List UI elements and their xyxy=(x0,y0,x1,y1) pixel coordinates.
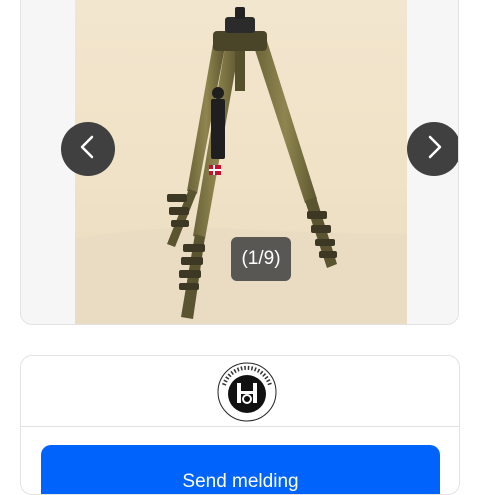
seller-card: Send melding xyxy=(20,355,460,495)
image-gallery: (1/9) xyxy=(20,0,459,325)
previous-image-button[interactable] xyxy=(61,122,115,176)
image-counter: (1/9) xyxy=(231,237,291,281)
seller-logo[interactable] xyxy=(216,361,278,423)
next-image-button[interactable] xyxy=(407,122,458,176)
send-message-button[interactable]: Send melding xyxy=(41,445,440,494)
chevron-right-icon xyxy=(423,134,445,165)
chevron-left-icon xyxy=(77,134,99,165)
send-message-label: Send melding xyxy=(182,471,299,492)
divider xyxy=(21,426,459,427)
